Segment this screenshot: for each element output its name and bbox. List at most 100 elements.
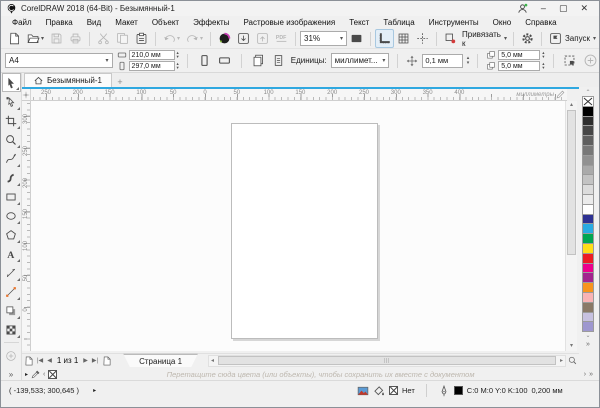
menu-item-10[interactable]: Инструменты (422, 18, 486, 27)
menu-item-4[interactable]: Макет (108, 18, 145, 27)
new-document-button[interactable] (5, 29, 24, 48)
transparency-tool[interactable] (2, 320, 21, 339)
horizontal-scroll-thumb[interactable]: ||| (218, 356, 556, 365)
spinner-icon[interactable]: ▴▾ (177, 51, 179, 60)
scroll-right-icon[interactable]: ▸ (558, 357, 565, 364)
eyedropper-icon[interactable] (31, 370, 40, 379)
all-pages-size-button[interactable] (250, 52, 266, 70)
scroll-left-icon[interactable]: ◂ (209, 357, 216, 364)
freehand-tool[interactable] (2, 149, 21, 168)
zoom-level-combo[interactable]: 31%▾ (300, 31, 347, 46)
spinner-icon[interactable]: ▴▾ (177, 62, 179, 71)
horizontal-scrollbar[interactable]: ◂ ||| ▸ (208, 355, 566, 367)
page-height-field[interactable]: 297,0 мм (129, 61, 175, 71)
vertical-ruler[interactable]: 300250200150100500 (22, 101, 31, 351)
crop-tool[interactable] (2, 111, 21, 130)
page-size-combo[interactable]: A4▾ (5, 53, 113, 68)
portrait-orientation-button[interactable] (196, 52, 212, 70)
rectangle-tool[interactable] (2, 187, 21, 206)
menu-item-11[interactable]: Окно (486, 18, 519, 27)
duplicate-y-field[interactable]: 5,0 мм (498, 61, 540, 71)
collapse-icon[interactable]: ‹ (43, 371, 45, 378)
menu-item-2[interactable]: Правка (39, 18, 80, 27)
menu-item-1[interactable]: Файл (5, 18, 39, 27)
toolbar-separator (477, 54, 478, 68)
snap-icon-button[interactable] (441, 29, 460, 48)
import-button[interactable] (234, 29, 253, 48)
minimize-button[interactable]: – (541, 4, 546, 13)
polygon-tool[interactable] (2, 225, 21, 244)
fill-none-swatch[interactable] (389, 386, 398, 395)
menu-item-5[interactable]: Объект (145, 18, 186, 27)
treat-as-filled-button[interactable] (562, 52, 578, 70)
document-tab[interactable]: Безымянный-1 (24, 73, 112, 87)
scroll-right-icon[interactable]: › (584, 371, 586, 378)
connector-tool[interactable] (2, 282, 21, 301)
shape-tool[interactable] (2, 92, 21, 111)
menu-item-3[interactable]: Вид (80, 18, 108, 27)
account-icon[interactable] (517, 3, 528, 14)
current-page-size-button[interactable] (270, 52, 286, 70)
nudge-offset-field[interactable]: 0,1 мм (422, 54, 462, 68)
launch-dropdown[interactable]: Запуск▾ (546, 29, 599, 48)
outline-pen-icon[interactable] (438, 385, 450, 397)
pick-tool[interactable] (2, 73, 21, 92)
menu-item-7[interactable]: Растровые изображения (236, 18, 342, 27)
menu-item-9[interactable]: Таблица (376, 18, 421, 27)
document-palette-hint: Перетащите сюда цвета (или объекты), что… (60, 370, 580, 379)
page-width-field[interactable]: 210,0 мм (129, 50, 175, 60)
text-tool[interactable] (2, 244, 21, 263)
landscape-orientation-button[interactable] (216, 52, 232, 70)
zoom-tool[interactable] (2, 130, 21, 149)
palette-expand-icon[interactable]: » (586, 341, 590, 348)
units-combo[interactable]: миллимет...▾ (331, 53, 390, 68)
drawing-canvas[interactable] (31, 101, 565, 351)
ruler-origin-button[interactable] (22, 89, 31, 101)
scroll-up-icon[interactable]: ▴ (566, 101, 577, 110)
spinner-icon[interactable]: ▴▾ (542, 62, 544, 71)
parallel-dimension-tool[interactable] (2, 263, 21, 282)
navigator-zoom-button[interactable] (566, 355, 579, 367)
add-page-end-button[interactable] (100, 355, 113, 367)
menu-item-8[interactable]: Текст (342, 18, 376, 27)
show-guidelines-button[interactable] (413, 29, 432, 48)
maximize-button[interactable]: ▢ (559, 4, 568, 13)
drawing-scale-icon[interactable] (556, 90, 565, 99)
no-color-swatch[interactable] (48, 370, 57, 379)
fill-bucket-icon[interactable] (373, 385, 385, 397)
page-tab[interactable]: Страница 1 (123, 354, 198, 368)
menu-item-6[interactable]: Эффекты (186, 18, 236, 27)
menu-item-12[interactable]: Справка (518, 18, 563, 27)
drop-shadow-tool[interactable] (2, 301, 21, 320)
expand-icon[interactable]: » (589, 371, 593, 378)
options-button[interactable] (518, 29, 537, 48)
vertical-scrollbar[interactable]: ▴ ▾ (565, 101, 577, 351)
add-page-icon (102, 356, 112, 366)
fullscreen-preview-button[interactable] (347, 29, 366, 48)
page-navigator: |◀ ◀ 1 из 1 ▶ ▶| Страница 1 ◂ ||| ▸ (22, 353, 579, 367)
horizontal-ruler[interactable]: миллиметры 25020015010050050100150200250… (31, 89, 567, 101)
transp-icon (5, 324, 17, 336)
vertical-scroll-thumb[interactable] (567, 110, 576, 255)
spinner-icon[interactable]: ▴▾ (467, 56, 470, 65)
scroll-down-icon[interactable]: ▾ (566, 342, 577, 351)
redo-button: ▾ (183, 29, 206, 48)
duplicate-x-field[interactable]: 5,0 мм (498, 50, 540, 60)
color-swatch[interactable] (582, 321, 594, 332)
show-rulers-button[interactable] (375, 29, 394, 48)
status-flyout-icon[interactable]: ▸ (93, 387, 96, 394)
snap-to-dropdown[interactable]: Привязать к▾ (460, 30, 509, 48)
paste-button[interactable] (132, 29, 151, 48)
close-button[interactable]: ✕ (580, 4, 588, 13)
palette-flyout-icon[interactable]: ▸ (25, 371, 28, 378)
search-content-button[interactable] (215, 29, 234, 48)
show-grid-button[interactable] (394, 29, 413, 48)
add-page-start-button[interactable] (22, 355, 35, 367)
artistic-media-tool[interactable] (2, 168, 21, 187)
outline-color-swatch[interactable] (454, 386, 463, 395)
new-tab-button[interactable]: + (112, 77, 128, 87)
open-button[interactable]: ▾ (24, 29, 47, 48)
ellipse-tool[interactable] (2, 206, 21, 225)
spinner-icon[interactable]: ▴▾ (542, 51, 544, 60)
palette-scroll-down-icon[interactable]: ⌄ (585, 332, 590, 340)
